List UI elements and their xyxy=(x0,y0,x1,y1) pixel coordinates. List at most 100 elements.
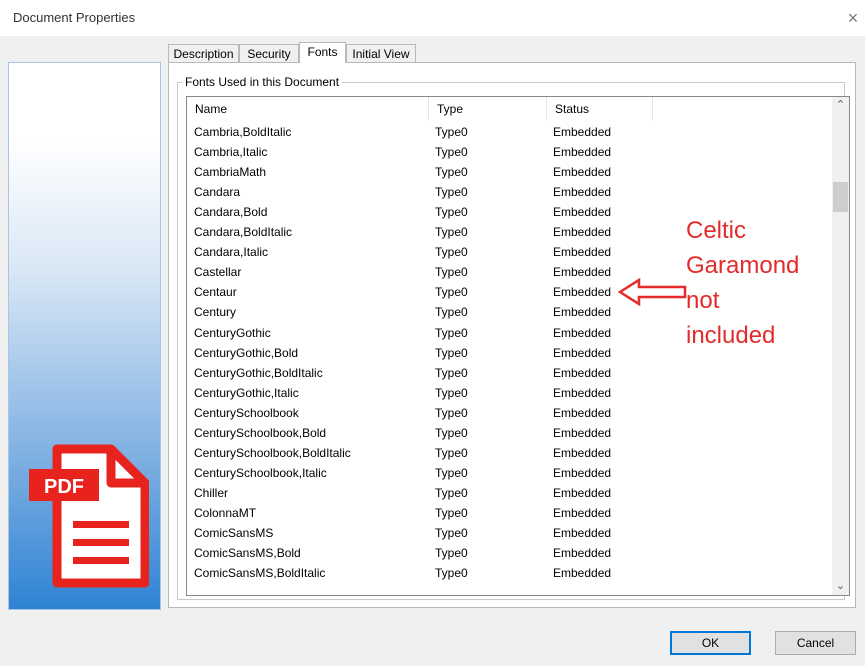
font-status-cell: Embedded xyxy=(553,405,612,420)
list-header: Name Type Status xyxy=(187,97,832,121)
font-type-cell: Type0 xyxy=(435,145,468,160)
sidebar-gradient-panel: PDF xyxy=(8,62,161,610)
font-type-cell: Type0 xyxy=(435,185,468,200)
chevron-down-icon[interactable]: ⌄ xyxy=(832,578,849,595)
table-row[interactable]: Cambria,BoldItalic Type0 Embedded xyxy=(187,122,832,142)
table-row[interactable]: ComicSansMS Type0 Embedded xyxy=(187,523,832,543)
column-header-status[interactable]: Status xyxy=(547,97,653,121)
table-row[interactable]: ComicSansMS,BoldItalic Type0 Embedded xyxy=(187,563,832,583)
font-type-cell: Type0 xyxy=(435,385,468,400)
left-arrow-outline-icon xyxy=(617,277,687,307)
font-status-cell: Embedded xyxy=(553,205,612,220)
font-name-cell: Candara xyxy=(194,185,241,200)
font-type-cell: Type0 xyxy=(435,425,468,440)
font-status-cell: Embedded xyxy=(553,546,612,561)
font-status-cell: Embedded xyxy=(553,305,612,320)
column-header-name[interactable]: Name xyxy=(187,97,429,121)
pdf-logo-label: PDF xyxy=(44,476,84,498)
font-name-cell: Candara,Bold xyxy=(194,205,268,220)
tab-description[interactable]: Description xyxy=(168,44,239,62)
chevron-up-icon[interactable]: ⌃ xyxy=(832,97,849,114)
font-status-cell: Embedded xyxy=(553,526,612,540)
tab-security[interactable]: Security xyxy=(239,44,299,62)
font-name-cell: CenturyGothic,BoldItalic xyxy=(194,365,323,380)
font-status-cell: Embedded xyxy=(553,566,612,581)
font-name-cell: Candara,BoldItalic xyxy=(194,225,293,240)
table-row[interactable]: CenturySchoolbook Type0 Embedded xyxy=(187,403,832,423)
pdf-document-icon: PDF xyxy=(29,444,149,588)
annotation-line: Garamond xyxy=(686,252,800,279)
table-row[interactable]: Chiller Type0 Embedded xyxy=(187,483,832,503)
font-status-cell: Embedded xyxy=(553,145,612,160)
font-type-cell: Type0 xyxy=(435,445,468,460)
table-row[interactable]: CambriaMath Type0 Embedded xyxy=(187,162,832,182)
table-row[interactable]: CenturySchoolbook,BoldItalic Type0 Embedde… xyxy=(187,443,832,463)
font-type-cell: Type0 xyxy=(435,546,468,561)
font-type-cell: Type0 xyxy=(435,245,468,260)
font-status-cell: Embedded xyxy=(553,285,612,300)
table-row[interactable]: CenturySchoolbook,Bold Type0 Embedded xyxy=(187,423,832,443)
font-status-cell: Embedded xyxy=(553,445,612,460)
font-type-cell: Type0 xyxy=(435,165,468,180)
ok-button[interactable]: OK xyxy=(670,631,751,655)
close-icon[interactable]: × xyxy=(841,6,865,30)
font-status-cell: Embedded xyxy=(553,425,612,440)
table-row[interactable]: Cambria,Italic Type0 Embedded xyxy=(187,142,832,162)
table-row[interactable]: CenturySchoolbook,Italic Type0 Embedded xyxy=(187,463,832,483)
font-status-cell: Embedded xyxy=(553,225,612,240)
font-name-cell: ComicSansMS xyxy=(194,526,274,540)
font-status-cell: Embedded xyxy=(553,325,612,340)
font-name-cell: Candara,Italic xyxy=(194,245,269,260)
font-status-cell: Embedded xyxy=(553,485,612,500)
tab-initial-view[interactable]: Initial View xyxy=(346,44,416,62)
font-type-cell: Type0 xyxy=(435,125,468,139)
font-type-cell: Type0 xyxy=(435,325,468,340)
font-status-cell: Embedded xyxy=(553,185,612,200)
scrollbar-thumb[interactable] xyxy=(833,182,848,212)
font-type-cell: Type0 xyxy=(435,485,468,500)
table-row[interactable]: CenturyGothic,Italic Type0 Embedded xyxy=(187,383,832,403)
font-type-cell: Type0 xyxy=(435,405,468,420)
table-row[interactable]: CenturyGothic,BoldItalic Type0 Embedded xyxy=(187,363,832,383)
column-header-type[interactable]: Type xyxy=(429,97,547,121)
font-name-cell: CenturyGothic xyxy=(194,325,271,340)
font-type-cell: Type0 xyxy=(435,205,468,220)
font-type-cell: Type0 xyxy=(435,345,468,360)
font-name-cell: ComicSansMS,BoldItalic xyxy=(194,566,326,581)
font-status-cell: Embedded xyxy=(553,385,612,400)
table-row[interactable]: Candara Type0 Embedded xyxy=(187,182,832,202)
font-type-cell: Type0 xyxy=(435,365,468,380)
cancel-button[interactable]: Cancel xyxy=(775,631,856,655)
font-status-cell: Embedded xyxy=(553,265,612,280)
font-name-cell: ComicSansMS,Bold xyxy=(194,546,301,561)
font-name-cell: Cambria,BoldItalic xyxy=(194,125,292,139)
font-name-cell: CenturySchoolbook xyxy=(194,405,299,420)
window-title: Document Properties xyxy=(13,10,136,25)
annotation-line: not xyxy=(686,287,720,314)
font-type-cell: Type0 xyxy=(435,305,468,320)
font-name-cell: CenturyGothic,Italic xyxy=(194,385,299,400)
font-name-cell: CenturyGothic,Bold xyxy=(194,345,299,360)
table-row[interactable]: ColonnaMT Type0 Embedded xyxy=(187,503,832,523)
groupbox-legend: Fonts Used in this Document xyxy=(182,75,343,89)
font-name-cell: Century xyxy=(194,305,237,320)
font-type-cell: Type0 xyxy=(435,526,468,540)
font-type-cell: Type0 xyxy=(435,265,468,280)
annotation-note: Celtic Garamond not included xyxy=(686,213,846,353)
font-status-cell: Embedded xyxy=(553,465,612,480)
font-status-cell: Embedded xyxy=(553,345,612,360)
font-name-cell: CenturySchoolbook,Bold xyxy=(194,425,327,440)
font-name-cell: ColonnaMT xyxy=(194,505,257,520)
font-type-cell: Type0 xyxy=(435,225,468,240)
font-type-cell: Type0 xyxy=(435,505,468,520)
font-type-cell: Type0 xyxy=(435,566,468,581)
font-name-cell: Cambria,Italic xyxy=(194,145,268,160)
font-name-cell: CambriaMath xyxy=(194,165,267,180)
font-status-cell: Embedded xyxy=(553,505,612,520)
font-name-cell: CenturySchoolbook,Italic xyxy=(194,465,327,480)
font-name-cell: Chiller xyxy=(194,485,229,500)
font-status-cell: Embedded xyxy=(553,245,612,260)
tab-fonts[interactable]: Fonts xyxy=(299,42,346,63)
font-name-cell: CenturySchoolbook,BoldItalic xyxy=(194,445,351,460)
table-row[interactable]: ComicSansMS,Bold Type0 Embedded xyxy=(187,543,832,563)
